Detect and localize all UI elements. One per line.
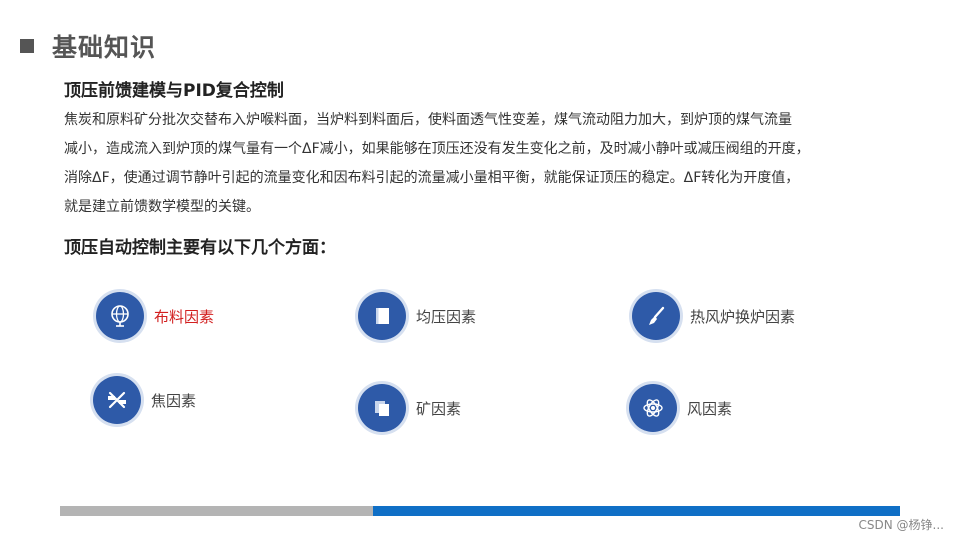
body-paragraph: 焦炭和原料矿分批次交替布入炉喉料面，当炉料到料面后，使料面透气性变差，煤气流动阻… <box>64 106 924 222</box>
factor-wind: 风因素 <box>629 384 732 432</box>
globe-icon <box>96 292 144 340</box>
atom-icon <box>629 384 677 432</box>
title-bullet <box>20 39 34 53</box>
factor-equalizing: 均压因素 <box>358 292 476 340</box>
book-icon <box>358 292 406 340</box>
brush-icon <box>632 292 680 340</box>
factor-label: 均压因素 <box>416 307 477 326</box>
paragraph-line: 就是建立前馈数学模型的关键。 <box>64 199 260 215</box>
factor-ore: 矿因素 <box>358 384 461 432</box>
factors-heading: 顶压自动控制主要有以下几个方面： <box>64 238 336 258</box>
factor-hot-blast-stove: 热风炉换炉因素 <box>632 292 795 340</box>
factor-label: 热风炉换炉因素 <box>690 307 796 326</box>
scissors-icon <box>93 376 141 424</box>
slide-progress-fill <box>373 506 900 516</box>
section-subtitle: 顶压前馈建模与PID复合控制 <box>64 81 284 101</box>
paragraph-line: 减小，造成流入到炉顶的煤气量有一个ΔF减小，如果能够在顶压还没有发生变化之前，及… <box>64 141 810 157</box>
factor-label: 焦因素 <box>151 391 197 410</box>
page-title: 基础知识 <box>52 33 157 62</box>
factor-label: 布料因素 <box>154 307 215 326</box>
factor-label: 风因素 <box>687 399 733 418</box>
paragraph-line: 消除ΔF，使通过调节静叶引起的流量变化和因布料引起的流量减小量相平衡，就能保证顶… <box>64 170 800 186</box>
title-row: 基础知识 <box>20 28 156 64</box>
factor-label: 矿因素 <box>416 399 462 418</box>
slide-progress-bar <box>60 506 900 516</box>
factor-coke: 焦因素 <box>93 376 196 424</box>
copy-icon <box>358 384 406 432</box>
factor-cloth: 布料因素 <box>96 292 214 340</box>
paragraph-line: 焦炭和原料矿分批次交替布入炉喉料面，当炉料到料面后，使料面透气性变差，煤气流动阻… <box>64 112 792 128</box>
watermark: CSDN @杨铮... <box>858 518 944 532</box>
